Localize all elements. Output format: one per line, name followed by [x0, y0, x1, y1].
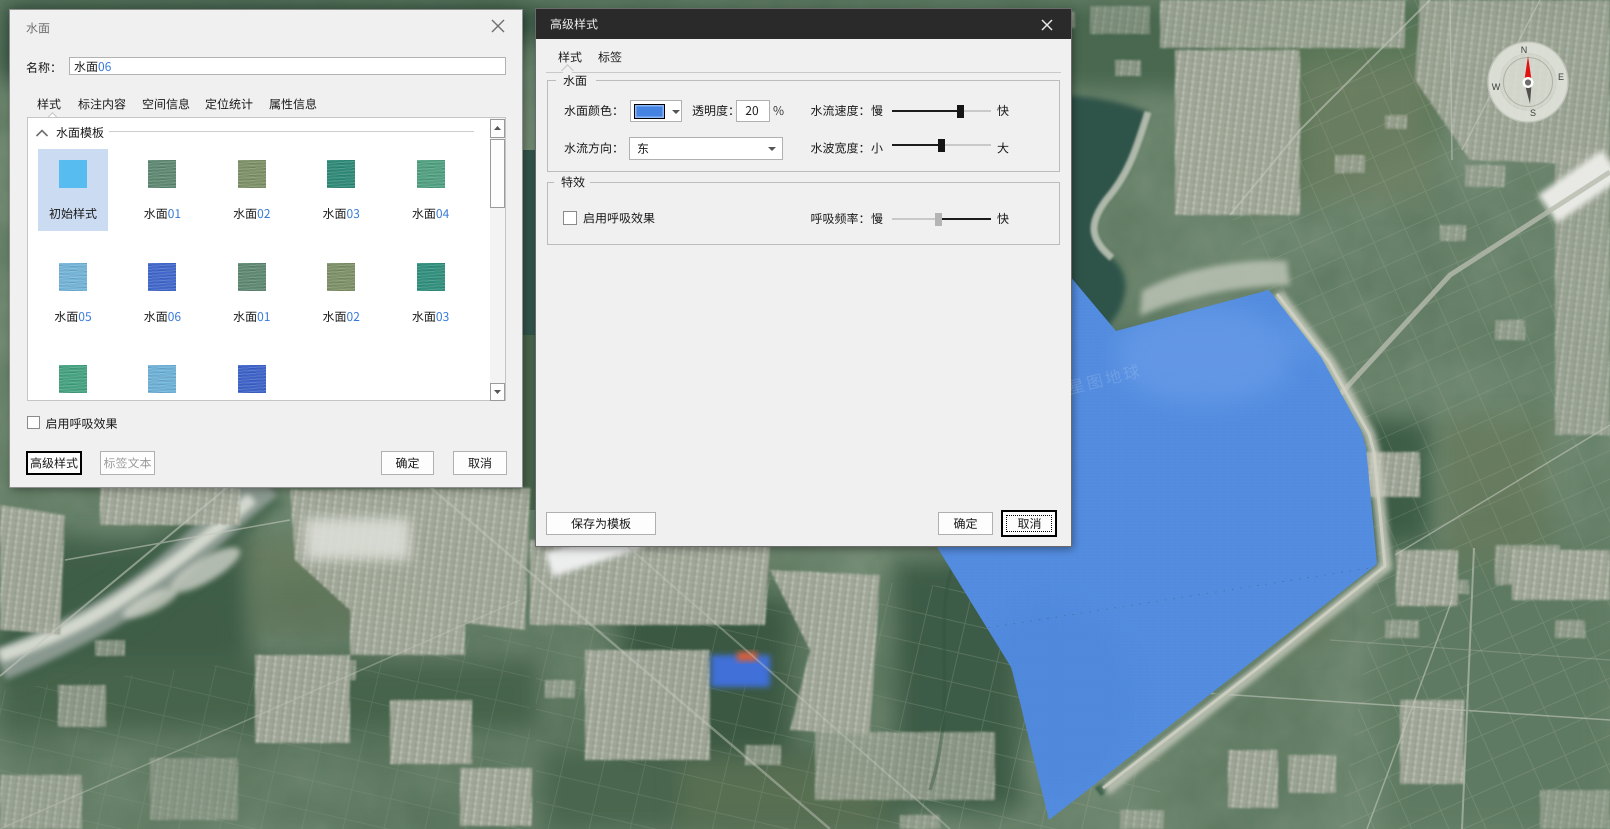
svg-text:N: N [1521, 45, 1528, 55]
svg-text:W: W [1492, 82, 1501, 92]
svg-text:E: E [1558, 72, 1564, 82]
svg-text:S: S [1530, 108, 1536, 118]
